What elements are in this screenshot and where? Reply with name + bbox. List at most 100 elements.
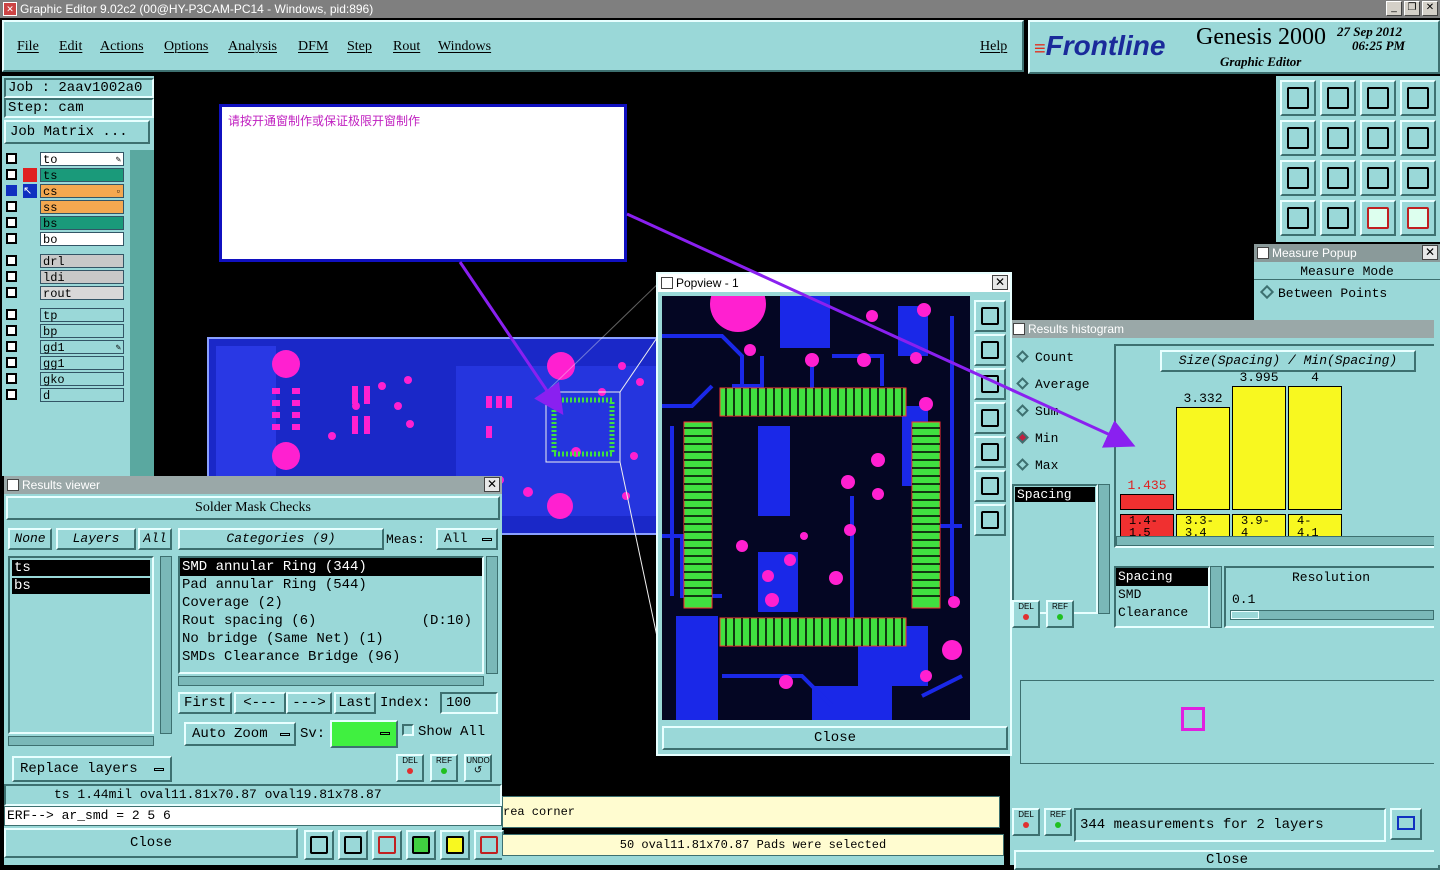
- rv-undo-button[interactable]: UNDO ↺: [464, 754, 492, 782]
- layer-name[interactable]: gko: [40, 372, 124, 387]
- layer-row-rout[interactable]: rout: [6, 286, 130, 301]
- layer-checkbox[interactable]: [6, 233, 17, 244]
- measure-type-selected[interactable]: Spacing: [1015, 487, 1095, 502]
- layer-checkbox[interactable]: [6, 309, 17, 320]
- minimize-button[interactable]: _: [1386, 1, 1402, 16]
- layer-checkbox[interactable]: [6, 153, 17, 164]
- layer-state-marker[interactable]: [23, 308, 37, 322]
- window-menu-icon[interactable]: [661, 277, 673, 289]
- auto-zoom-dropdown[interactable]: Auto Zoom: [184, 722, 296, 746]
- histogram-bar[interactable]: [1176, 407, 1230, 510]
- menu-windows[interactable]: Windows: [438, 39, 491, 55]
- mirror-button[interactable]: [1360, 120, 1396, 156]
- pan-button[interactable]: [1320, 160, 1356, 196]
- menu-actions[interactable]: Actions: [100, 39, 144, 55]
- layer-checkbox[interactable]: [6, 373, 17, 384]
- layer-row-ldi[interactable]: ldi: [6, 270, 130, 285]
- open-job-button[interactable]: [1280, 80, 1316, 116]
- layer-state-marker[interactable]: ↖: [23, 184, 37, 198]
- measure-popup-close-icon[interactable]: ✕: [1422, 245, 1438, 260]
- prev-button[interactable]: <---: [234, 692, 286, 714]
- layer-row-ss[interactable]: ss: [6, 200, 130, 215]
- menu-file[interactable]: File: [17, 39, 39, 55]
- categories-button[interactable]: Categories (9): [178, 528, 384, 550]
- layer-list-scrollbar[interactable]: [160, 556, 172, 734]
- layer-state-marker[interactable]: [23, 286, 37, 300]
- layer-row-gg1[interactable]: gg1: [6, 356, 130, 371]
- layer-name[interactable]: tp: [40, 308, 124, 323]
- next-button[interactable]: --->: [286, 692, 332, 714]
- layers-button[interactable]: Layers: [56, 528, 136, 550]
- menu-analysis[interactable]: Analysis: [228, 39, 277, 55]
- between-points-option[interactable]: Between Points: [1259, 284, 1387, 301]
- category-scrollbar[interactable]: [1210, 566, 1222, 628]
- ref-button-bottom[interactable]: REF: [1044, 808, 1072, 836]
- layer-row-to[interactable]: to ✎: [6, 152, 130, 167]
- layer-name[interactable]: to ✎: [40, 152, 124, 167]
- histogram-scrollbar[interactable]: [1116, 536, 1436, 546]
- result-category-item[interactable]: Coverage (2): [180, 594, 482, 612]
- histogram-action-icon[interactable]: [1390, 808, 1422, 840]
- restore-button[interactable]: ❐: [1404, 1, 1420, 16]
- window-menu-icon[interactable]: [1257, 247, 1269, 259]
- measure-category-item[interactable]: Clearance: [1116, 604, 1208, 622]
- index-input[interactable]: 100: [440, 692, 498, 714]
- layer-name[interactable]: ss: [40, 200, 124, 215]
- job-matrix-button[interactable]: Job Matrix ...: [4, 120, 150, 144]
- layer-list-hscrollbar[interactable]: [8, 736, 154, 746]
- menu-step[interactable]: Step: [347, 39, 372, 55]
- layer-checkbox[interactable]: [6, 389, 17, 400]
- layer-checkbox[interactable]: [6, 217, 17, 228]
- scale-button[interactable]: [1360, 160, 1396, 196]
- move-up-button[interactable]: [974, 334, 1006, 366]
- menu-edit[interactable]: Edit: [59, 39, 82, 55]
- layer-checkbox[interactable]: [6, 201, 17, 212]
- layer-row-gko[interactable]: gko: [6, 372, 130, 387]
- menu-rout[interactable]: Rout: [393, 39, 420, 55]
- radio-count[interactable]: Count: [1016, 350, 1074, 365]
- radio-min[interactable]: Min: [1016, 431, 1058, 446]
- layers-green-button[interactable]: [406, 830, 436, 860]
- del-button[interactable]: DEL: [1012, 600, 1040, 628]
- histogram-button[interactable]: [474, 830, 504, 860]
- window-menu-icon[interactable]: [7, 479, 19, 491]
- layer-row-bs[interactable]: bs: [6, 216, 130, 231]
- result-category-item[interactable]: SMDs Clearance Bridge (96): [180, 648, 482, 666]
- measure-category-item[interactable]: Spacing: [1116, 568, 1208, 586]
- histogram-bar[interactable]: [1120, 494, 1174, 510]
- menu-dfm[interactable]: DFM: [298, 39, 328, 55]
- ref-button[interactable]: REF: [1046, 600, 1074, 628]
- replace-layers-dropdown[interactable]: Replace layers: [12, 756, 172, 782]
- layer-row-tp[interactable]: tp: [6, 308, 130, 323]
- settings-button[interactable]: [1280, 200, 1316, 236]
- record-button[interactable]: [338, 830, 368, 860]
- menu-help[interactable]: Help: [980, 39, 1007, 55]
- show-all-toggle[interactable]: Show All: [402, 724, 485, 740]
- layer-name[interactable]: d: [40, 388, 124, 403]
- measure-type-list[interactable]: Spacing: [1012, 484, 1098, 614]
- layer-state-marker[interactable]: [23, 216, 37, 230]
- result-category-item[interactable]: Rout spacing (6) (D:10): [180, 612, 482, 630]
- delete-red-button[interactable]: [372, 830, 402, 860]
- main-close-button[interactable]: Close: [4, 828, 298, 858]
- layer-row-d[interactable]: d: [6, 388, 130, 403]
- layer-state-marker[interactable]: [23, 270, 37, 284]
- layer-state-marker[interactable]: [23, 372, 37, 386]
- fit-all-button[interactable]: [1280, 160, 1316, 196]
- none-button[interactable]: None: [8, 528, 52, 550]
- close-window-button[interactable]: ✕: [1422, 1, 1438, 16]
- layer-state-marker[interactable]: [23, 324, 37, 338]
- menu-options[interactable]: Options: [164, 39, 208, 55]
- resolution-slider[interactable]: [1230, 610, 1434, 620]
- category-list-hscrollbar[interactable]: [178, 676, 484, 686]
- layer-state-marker[interactable]: [23, 232, 37, 246]
- layer-name[interactable]: rout: [40, 286, 124, 301]
- measure-category-item[interactable]: SMD: [1116, 586, 1208, 604]
- resolution-slider-handle[interactable]: [1231, 611, 1259, 619]
- layer-checkbox[interactable]: [6, 357, 17, 368]
- rv-ref-button[interactable]: REF: [430, 754, 458, 782]
- layer-state-marker[interactable]: [23, 168, 37, 182]
- histogram-close-button[interactable]: Close: [1014, 850, 1440, 870]
- last-button[interactable]: Last: [334, 692, 376, 714]
- first-button[interactable]: First: [178, 692, 232, 714]
